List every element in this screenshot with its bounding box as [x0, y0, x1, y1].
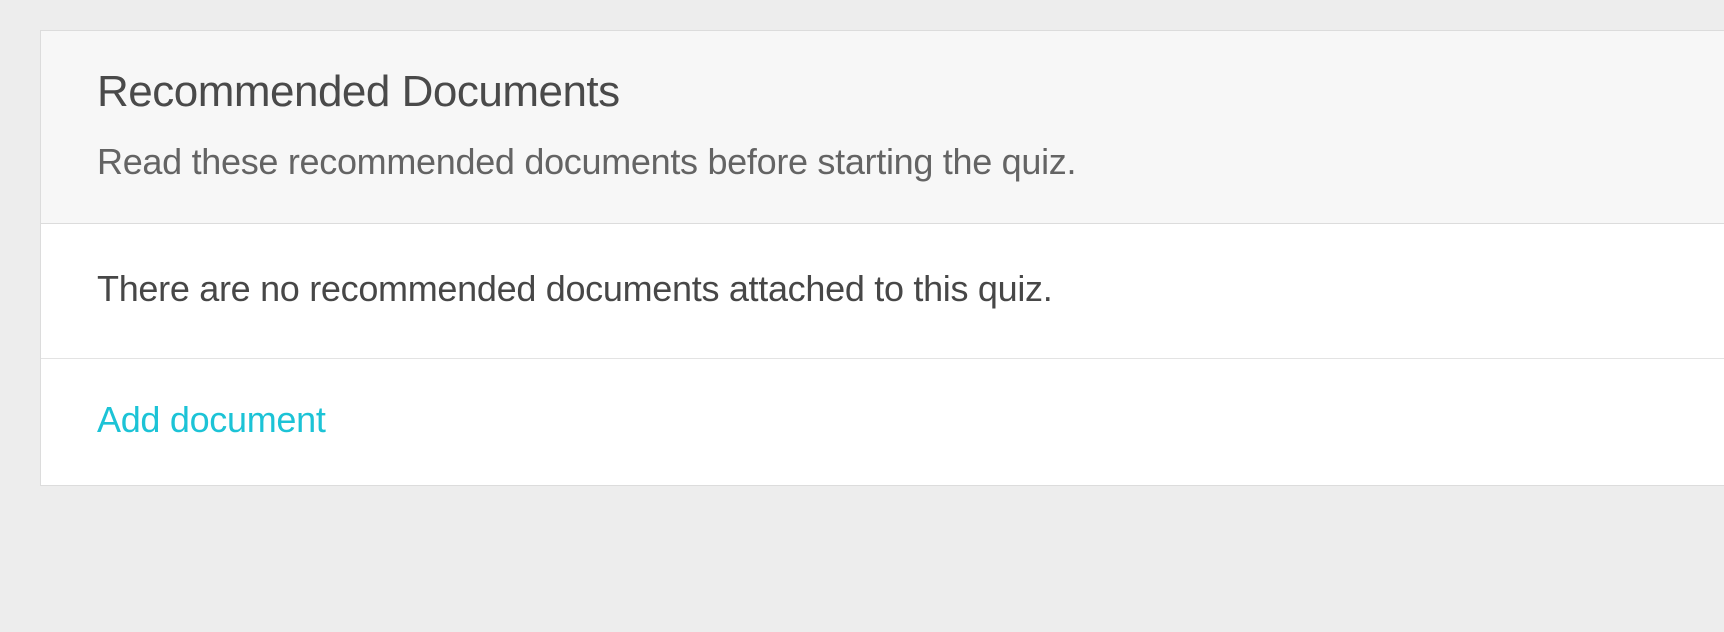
- add-document-button[interactable]: Add document: [97, 399, 326, 441]
- empty-state-message: There are no recommended documents attac…: [97, 268, 1668, 310]
- panel-header: Recommended Documents Read these recomme…: [41, 31, 1724, 224]
- panel-title: Recommended Documents: [97, 67, 1668, 117]
- recommended-documents-panel: Recommended Documents Read these recomme…: [40, 30, 1724, 486]
- panel-footer: Add document: [41, 359, 1724, 485]
- panel-subtitle: Read these recommended documents before …: [97, 141, 1668, 183]
- panel-body: There are no recommended documents attac…: [41, 224, 1724, 359]
